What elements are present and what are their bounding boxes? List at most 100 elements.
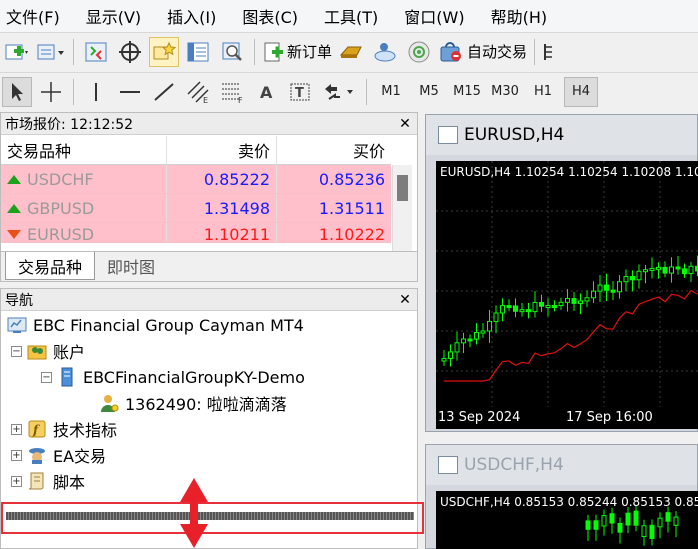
tree-indicators-label: 技术指标 [53,421,118,440]
chart-shift-button[interactable] [542,37,556,67]
tree-account-label: 1362490: 啦啦滴滴落 [125,395,287,414]
expand-toggle[interactable]: + [11,475,22,487]
menu-view[interactable]: 显示(V) [82,4,145,28]
quote-bid: 0.85222 [167,165,277,193]
timeframe-m15-button[interactable]: M15 [450,77,484,107]
menu-file[interactable]: 文件(F) [2,4,64,28]
chart-window-icon [438,126,458,144]
cursor-tool-button[interactable] [2,76,32,107]
timeframe-m1-button[interactable]: M1 [374,77,408,107]
chart-window-usdchf[interactable]: USDCHF,H4 USDCHF,H4 0.85153 0.85244 0.85… [425,444,698,549]
arrows-icon [325,83,353,100]
timeframe-m5-button[interactable]: M5 [412,77,446,107]
timeframe-h1-button[interactable]: H1 [526,77,560,107]
candle-body [688,265,694,275]
community-button[interactable] [370,37,400,67]
chart-canvas[interactable]: USDCHF,H4 0.85153 0.85244 0.85153 0.85 [436,491,698,549]
quote-ask: 1.31511 [318,198,385,218]
chart-window-title: USDCHF,H4 [464,455,564,475]
toolbar-separator [73,78,74,105]
candle-body [669,266,674,274]
strategy-tester-button[interactable] [217,37,247,67]
symbol-column-header[interactable]: 交易品种 [1,136,167,164]
chart-shift-icon [544,43,553,60]
chart-window-title-bar[interactable]: USDCHF,H4 [426,445,697,485]
tab-tick-chart[interactable]: 即时图 [95,252,167,280]
price-up-arrow-icon [7,203,21,213]
timeframe-h4-button[interactable]: H4 [564,76,598,107]
arrows-dropdown-button[interactable] [319,77,359,107]
navigator-close-button[interactable]: ✕ [397,292,413,308]
collapse-toggle[interactable]: − [11,345,22,357]
time-axis-label: 13 Sep 2024 [438,410,521,425]
new-order-button[interactable]: 新订单 [262,37,332,67]
horizontal-line-button[interactable] [115,77,145,107]
expand-toggle[interactable]: + [11,423,22,435]
tree-indicators[interactable]: + f 技术指标 [1,416,417,442]
svg-text:A: A [260,83,273,102]
chart-window-eurusd[interactable]: EURUSD,H4 EURUSD,H4 1.10254 1.10254 1.10… [425,114,698,432]
tree-server[interactable]: − EBCFinancialGroupKY-Demo [1,364,417,390]
market-watch-table: 交易品种 卖价 买价 USDCHF 0.85222 0.85236 GBPUSD… [1,136,391,243]
crosshair-tool-button[interactable] [36,77,66,107]
menu-insert[interactable]: 插入(I) [163,4,220,28]
quote-row[interactable]: EURUSD 1.10211 1.10222 [1,223,391,243]
candle-body [441,357,447,362]
chart-canvas[interactable]: EURUSD,H4 1.10254 1.10254 1.10208 1.10 1… [436,161,698,429]
collapse-toggle[interactable]: − [41,371,52,383]
profiles-button[interactable] [36,37,66,67]
ask-column-header[interactable]: 买价 [277,136,391,164]
tree-account[interactable]: 1362490: 啦啦滴滴落 [1,390,417,416]
auto-trading-button[interactable]: 自动交易 [438,37,527,67]
cloud-user-icon [374,42,396,61]
market-watch-toggle-button[interactable] [81,37,111,67]
signals-button[interactable] [404,37,434,67]
panel-resize-splitter[interactable] [6,512,414,520]
fibonacci-button[interactable]: F [217,77,247,107]
candle-body [578,300,583,304]
navigator-toggle-button[interactable] [149,36,179,67]
tree-root[interactable]: EBC Financial Group Cayman MT4 [1,312,417,338]
data-window-button[interactable] [115,37,145,67]
tree-experts[interactable]: + EA交易 [1,442,417,468]
menu-help[interactable]: 帮助(H) [487,4,552,28]
chart-window-title-bar[interactable]: EURUSD,H4 [426,115,697,155]
tree-scripts[interactable]: + 脚本 [1,468,417,494]
timeframe-m30-button[interactable]: M30 [488,77,522,107]
market-watch-scrollbar[interactable] [392,165,412,261]
menu-tools[interactable]: 工具(T) [320,4,382,28]
chart-info-line: USDCHF,H4 0.85153 0.85244 0.85153 0.85 [440,495,698,509]
channel-icon: E [187,80,209,104]
quote-symbol-cell: EURUSD [1,223,167,242]
moving-average-line [444,289,698,382]
candle-body [623,276,629,283]
trendline-button[interactable] [149,77,179,107]
svg-text:F: F [238,96,243,104]
tree-server-label: EBCFinancialGroupKY-Demo [83,367,305,387]
candle-body [609,513,615,524]
metaeditor-button[interactable] [336,37,366,67]
scrollbar-thumb[interactable] [397,175,408,201]
terminal-toggle-button[interactable] [183,37,213,67]
new-chart-button[interactable] [2,37,32,67]
fibonacci-icon: F [222,83,243,104]
quote-ask: 1.10222 [318,224,385,243]
new-order-label: 新订单 [287,43,333,61]
tree-accounts[interactable]: − 账户 [1,338,417,364]
menu-window[interactable]: 窗口(W) [400,4,468,28]
market-watch-close-button[interactable]: ✕ [397,116,413,132]
vertical-line-button[interactable] [81,77,111,107]
tab-symbols[interactable]: 交易品种 [5,252,96,280]
quote-row[interactable]: GBPUSD 1.31498 1.31511 [1,194,391,223]
bid-column-header[interactable]: 卖价 [167,136,277,164]
quote-row[interactable]: USDCHF 0.85222 0.85236 [1,165,391,194]
expand-toggle[interactable]: + [11,449,22,461]
svg-text:T: T [295,86,304,101]
text-label-button[interactable]: T [285,77,315,107]
text-tool-button[interactable]: A [251,77,281,107]
candle-body [571,298,577,304]
candle-body [585,520,591,530]
menu-charts[interactable]: 图表(C) [238,4,302,28]
equidistant-channel-button[interactable]: E [183,77,213,107]
trendline-icon [154,82,174,101]
